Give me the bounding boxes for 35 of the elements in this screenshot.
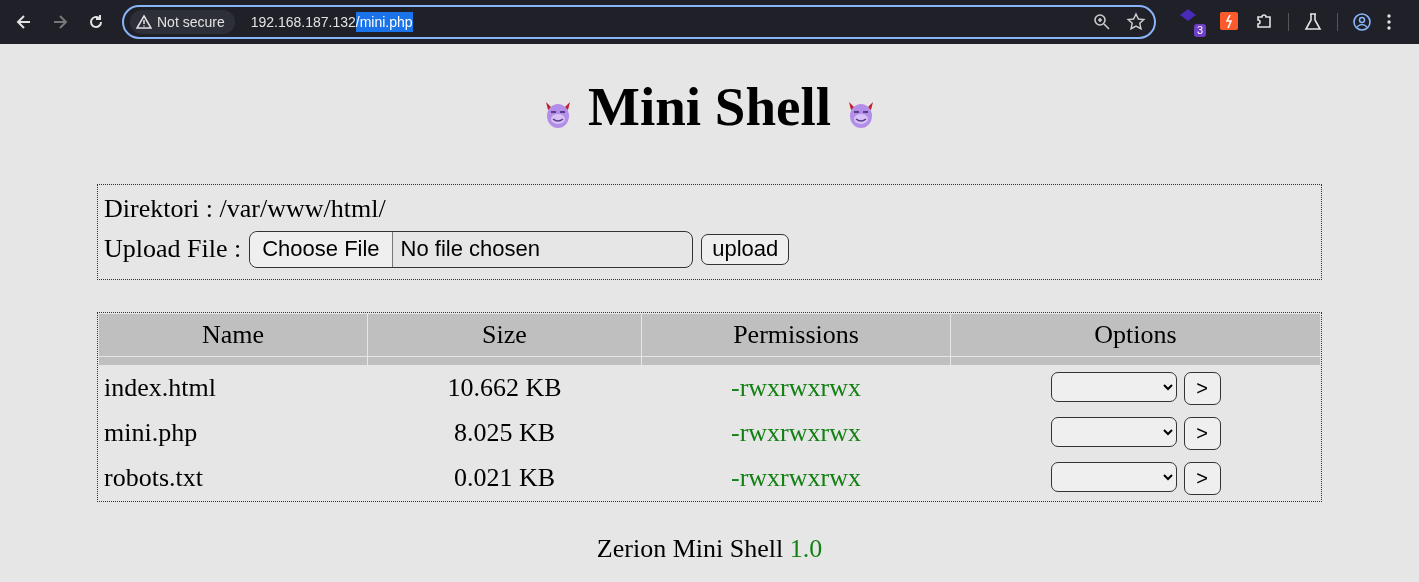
zoom-icon[interactable] xyxy=(1092,12,1112,32)
column-header: Size xyxy=(368,314,641,356)
footer-text: Zerion Mini Shell 1.0 xyxy=(596,534,823,563)
column-header: Name xyxy=(99,314,367,356)
file-name: index.html xyxy=(104,373,216,402)
choose-file-button[interactable]: Choose File xyxy=(250,231,393,267)
warning-icon xyxy=(136,14,152,30)
file-permissions: -rwxrwxrwx xyxy=(731,418,861,447)
go-button[interactable]: > xyxy=(1183,371,1221,405)
options-select[interactable] xyxy=(1050,461,1177,492)
column-header: Options xyxy=(951,314,1320,356)
file-size: 10.662 KB xyxy=(447,373,562,402)
directory-label: Direktori : /var/www/html/ xyxy=(104,194,386,224)
url-text: 192.168.187.132 xyxy=(250,13,356,32)
file-name: robots.txt xyxy=(104,463,203,492)
file-permissions: -rwxrwxrwx xyxy=(731,373,861,402)
flask-icon[interactable] xyxy=(1303,12,1323,32)
options-select[interactable] xyxy=(1050,371,1177,402)
file-status: No file chosen xyxy=(399,236,541,262)
lightning-icon[interactable] xyxy=(1220,12,1240,32)
file-input[interactable]: Choose File No file chosen xyxy=(249,230,694,268)
file-permissions: -rwxrwxrwx xyxy=(731,463,861,492)
upload-button[interactable]: upload xyxy=(701,233,790,265)
profile-icon[interactable] xyxy=(1352,12,1372,32)
menu-icon[interactable] xyxy=(1386,12,1392,32)
upload-label: Upload File : xyxy=(104,234,242,264)
go-button[interactable]: > xyxy=(1183,461,1221,495)
page-title: Mini Shell xyxy=(588,78,831,134)
file-name: mini.php xyxy=(104,418,198,447)
file-size: 8.025 KB xyxy=(453,418,556,447)
options-select[interactable] xyxy=(1050,416,1177,447)
column-header: Permissions xyxy=(642,314,950,356)
star-icon[interactable] xyxy=(1126,12,1146,32)
go-button[interactable]: > xyxy=(1183,416,1221,450)
file-size: 0.021 KB xyxy=(453,463,556,492)
